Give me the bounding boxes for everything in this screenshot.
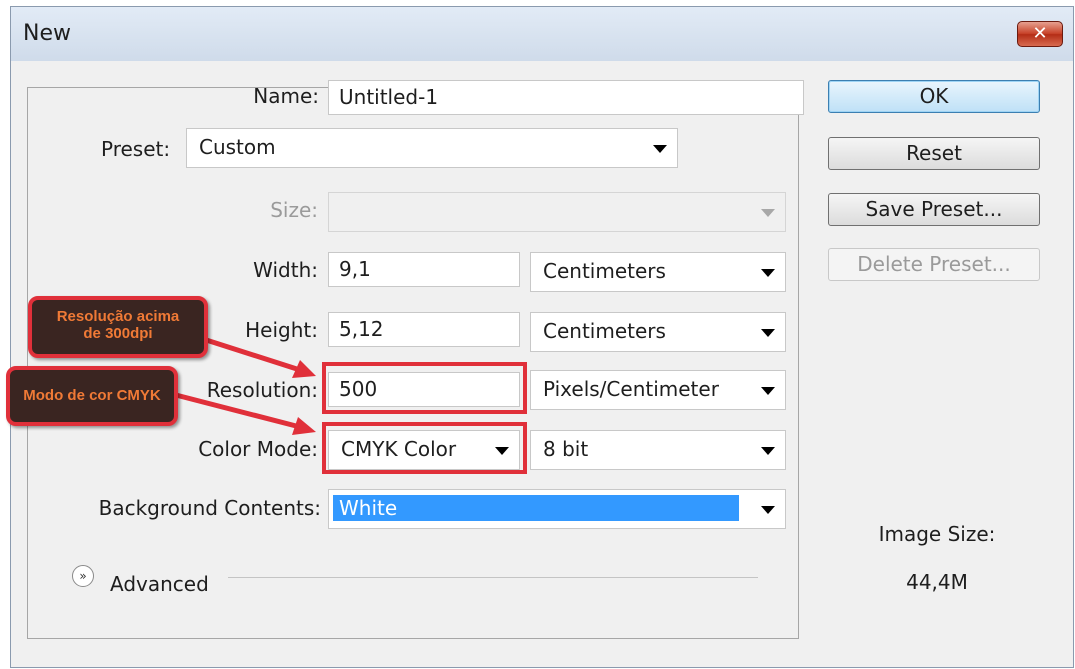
colormode-arrow [171, 391, 301, 430]
resolution-callout-line2: de 300dpi [83, 325, 153, 342]
resolution-callout-line1: Resolução acima [56, 308, 180, 325]
resolution-callout: Resolução acima de 300dpi [28, 296, 208, 358]
colormode-arrow-head [292, 417, 316, 435]
resolution-arrow [199, 335, 301, 373]
colormode-callout: Modo de cor CMYK [6, 366, 178, 426]
colormode-callout-text: Modo de cor CMYK [23, 387, 161, 404]
